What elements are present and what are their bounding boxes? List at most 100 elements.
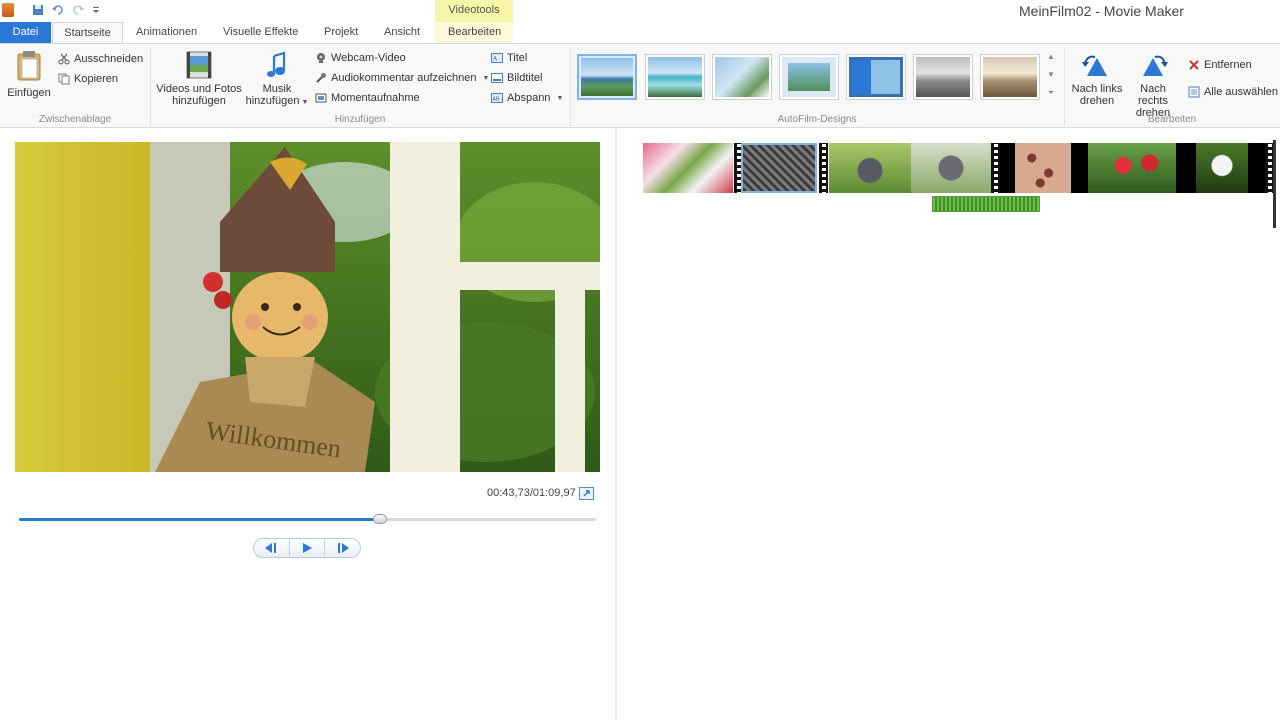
- clip-thumbnail[interactable]: [1015, 143, 1071, 193]
- credits-icon: AB: [491, 93, 503, 103]
- clip-thumbnail[interactable]: [1088, 143, 1176, 193]
- tab-home[interactable]: Startseite: [52, 22, 123, 44]
- play-button[interactable]: [290, 539, 326, 557]
- rotate-left-label-1: Nach links: [1071, 83, 1123, 95]
- title-button[interactable]: A Titel: [491, 49, 527, 67]
- tab-file[interactable]: Datei: [0, 22, 51, 43]
- automovie-theme-pan-zoom[interactable]: [779, 54, 839, 100]
- narration-button[interactable]: Audiokommentar aufzeichnen ▼: [315, 69, 489, 87]
- credits-label: Abspann: [507, 92, 551, 104]
- clip-thumbnail[interactable]: [1196, 143, 1248, 193]
- paste-button[interactable]: Einfügen: [6, 50, 52, 99]
- add-videos-photos-label-1: Videos und Fotos: [156, 83, 242, 95]
- add-videos-photos-label-2: hinzufügen: [172, 95, 226, 107]
- select-all-button[interactable]: Alle auswählen: [1188, 83, 1278, 101]
- select-all-label: Alle auswählen: [1204, 86, 1278, 98]
- clip-thumbnail-black[interactable]: [1000, 143, 1015, 193]
- pane-splitter[interactable]: [615, 128, 617, 720]
- add-music-label-1: Musik: [262, 83, 292, 95]
- rotate-right-button[interactable]: Nach rechts drehen: [1124, 50, 1182, 119]
- redo-icon[interactable]: [71, 3, 85, 17]
- tab-visual-effects[interactable]: Visuelle Effekte: [223, 22, 298, 43]
- gallery-scroll-down-icon[interactable]: ▼: [1045, 70, 1057, 84]
- automovie-theme-default[interactable]: [577, 54, 637, 100]
- next-frame-button[interactable]: [325, 539, 360, 557]
- paste-icon: [17, 51, 41, 81]
- automovie-theme-cinematic[interactable]: [846, 54, 906, 100]
- music-track-clip[interactable]: [932, 196, 1040, 212]
- automovie-theme-contemporary[interactable]: [645, 54, 705, 100]
- caption-button[interactable]: Bildtitel: [491, 69, 542, 87]
- remove-label: Entfernen: [1204, 59, 1252, 71]
- select-all-icon: [1188, 86, 1200, 98]
- clip-thumbnail[interactable]: [643, 143, 733, 193]
- rotate-left-label-2: drehen: [1079, 95, 1115, 107]
- snapshot-icon: [315, 93, 327, 103]
- gallery-scroll-up-icon[interactable]: ▲: [1045, 52, 1057, 66]
- snapshot-button[interactable]: Momentaufnahme: [315, 89, 420, 107]
- customize-toolbar-icon[interactable]: [89, 3, 103, 17]
- automovie-theme-fade[interactable]: [712, 54, 772, 100]
- contextual-tab-header: Videotools: [435, 0, 513, 22]
- clip-thumbnail[interactable]: [911, 143, 991, 193]
- group-label-edit: Bearbeiten: [1147, 114, 1197, 125]
- rotate-left-button[interactable]: Nach links drehen: [1069, 50, 1125, 107]
- movie-maker-app-icon[interactable]: [2, 3, 14, 17]
- add-videos-photos-button[interactable]: Videos und Fotos hinzufügen: [155, 50, 243, 107]
- clip-thumbnail-black[interactable]: [1176, 143, 1196, 193]
- remove-button[interactable]: Entfernen: [1188, 56, 1252, 74]
- cut-button[interactable]: Ausschneiden: [58, 50, 143, 68]
- tab-edit[interactable]: Bearbeiten: [448, 22, 501, 43]
- clip-thumbnail-black[interactable]: [1248, 143, 1265, 193]
- seek-thumb[interactable]: [372, 514, 387, 524]
- narration-label: Audiokommentar aufzeichnen: [331, 72, 477, 84]
- preview-frame-image: Willkommen: [15, 142, 600, 472]
- webcam-video-label: Webcam-Video: [331, 52, 406, 64]
- remove-x-icon: [1189, 60, 1199, 70]
- music-note-icon: [267, 51, 286, 77]
- copy-icon: [58, 73, 70, 85]
- tab-project[interactable]: Projekt: [324, 22, 358, 43]
- credits-button[interactable]: AB Abspann ▼: [491, 89, 563, 107]
- title-bar: Videotools MeinFilm02 - Movie Maker: [0, 0, 1280, 22]
- dropdown-arrow-icon: ▼: [482, 74, 490, 82]
- group-label-automovie: AutoFilm-Designs: [777, 114, 857, 125]
- cut-label: Ausschneiden: [74, 53, 144, 65]
- caption-label: Bildtitel: [507, 72, 543, 84]
- caption-icon: [491, 73, 503, 83]
- ribbon: Einfügen Ausschneiden Kopieren Zwischena…: [0, 43, 1280, 128]
- add-music-label-2: hinzufügen: [245, 95, 300, 107]
- title-label: Titel: [507, 52, 528, 64]
- film-photo-icon: [186, 51, 212, 79]
- copy-button[interactable]: Kopieren: [58, 70, 118, 88]
- group-label-add: Hinzufügen: [334, 114, 386, 125]
- add-music-button[interactable]: Musik hinzufügen ▼: [244, 50, 310, 109]
- clip-thumbnail[interactable]: [829, 143, 911, 193]
- next-frame-icon: [337, 543, 349, 553]
- seek-progress: [19, 518, 380, 521]
- webcam-icon: [317, 53, 325, 63]
- storyboard: [643, 143, 1280, 193]
- save-icon[interactable]: [31, 3, 45, 17]
- seek-slider[interactable]: [19, 518, 596, 521]
- clip-filmstrip-edge: [991, 143, 1000, 193]
- undo-icon[interactable]: [51, 3, 65, 17]
- rotate-right-label-1: Nach rechts: [1138, 83, 1168, 107]
- tab-view[interactable]: Ansicht: [384, 22, 420, 43]
- automovie-theme-black-white[interactable]: [913, 54, 973, 100]
- previous-frame-button[interactable]: [254, 539, 290, 557]
- gallery-expand-icon[interactable]: ⏷: [1045, 88, 1057, 102]
- webcam-video-button[interactable]: Webcam-Video: [315, 49, 406, 67]
- storyboard-playhead[interactable]: [1273, 140, 1276, 228]
- clip-thumbnail-selected[interactable]: [741, 143, 817, 193]
- dropdown-arrow-icon: ▼: [301, 99, 309, 106]
- automovie-theme-sepia[interactable]: [980, 54, 1040, 100]
- fullscreen-icon[interactable]: [579, 487, 594, 500]
- svg-text:AB: AB: [493, 97, 500, 103]
- copy-label: Kopieren: [74, 73, 119, 85]
- video-preview[interactable]: Willkommen: [15, 142, 600, 472]
- window-title: MeinFilm02 - Movie Maker: [1019, 3, 1184, 19]
- clip-thumbnail-black[interactable]: [1071, 143, 1088, 193]
- tab-animations[interactable]: Animationen: [136, 22, 197, 43]
- dropdown-arrow-icon: ▼: [556, 94, 564, 102]
